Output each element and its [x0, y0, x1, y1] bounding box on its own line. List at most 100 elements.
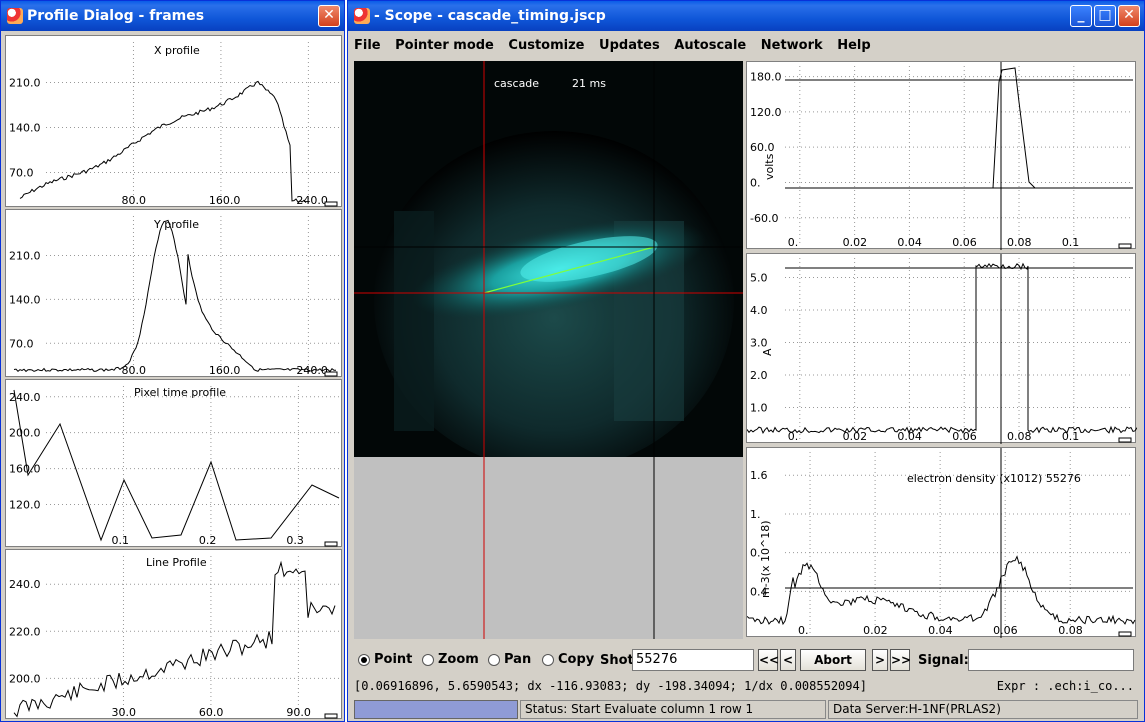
signal-panel-voltage[interactable]: 180.0 120.0 60.0 0. -60.0 0. 0.02 0.04 0.06 0.08 0… [746, 61, 1136, 250]
plot-resize-handle[interactable] [1118, 631, 1132, 637]
mode-pan-radio[interactable]: Pan [488, 652, 531, 667]
pointer-coordinates: [0.06916896, 5.6590543; dx -116.93083; d… [348, 675, 1144, 697]
y-tick-label: 5.0 [750, 272, 768, 285]
mode-zoom-radio[interactable]: Zoom [422, 652, 479, 667]
first-shot-button[interactable]: << [758, 649, 779, 671]
menu-autoscale[interactable]: Autoscale [674, 38, 746, 53]
panel-title: Pixel time profile [134, 386, 226, 399]
x-tick-label: 0.1 [111, 534, 128, 547]
y-tick-label: 120.0 [9, 499, 41, 512]
maximize-button[interactable]: □ [1094, 5, 1116, 27]
scope-titlebar[interactable]: - Scope - cascade_timing.jscp _ □ ✕ [348, 1, 1144, 31]
signal-label: Signal: [918, 653, 969, 668]
x-tick-label: 0.06 [952, 430, 977, 443]
signal-label-text: electron density (x1012) 55276 [907, 472, 1081, 485]
signal-input[interactable] [968, 649, 1134, 671]
plot-resize-handle[interactable] [324, 541, 338, 547]
close-button[interactable]: ✕ [1118, 5, 1140, 27]
plot-resize-handle[interactable] [324, 713, 338, 719]
shot-input[interactable]: 55276 [632, 649, 754, 671]
menu-network[interactable]: Network [761, 38, 823, 53]
panel-title: Line Profile [146, 556, 207, 569]
y-tick-label: 70.0 [9, 337, 34, 350]
x-tick-label: 80.0 [121, 194, 145, 207]
profile-dialog-title: Profile Dialog - frames [27, 8, 205, 24]
close-button[interactable]: ✕ [318, 5, 340, 27]
plot-resize-handle[interactable] [1118, 243, 1132, 249]
x-profile-panel[interactable]: 210.0 140.0 70.0 80.0 160.0 240.0 X profile [5, 35, 342, 207]
x-tick-label: 0.3 [286, 534, 304, 547]
pixel-time-profile-plot: 240.0 200.0 160.0 120.0 0.1 0.2 0.3 Pixel time … [9, 386, 340, 547]
pointer-toolbar: Point Zoom Pan Copy Shot 55276 << < Abor… [348, 646, 1144, 674]
x-profile-plot: 210.0 140.0 70.0 80.0 160.0 240.0 X profile [9, 42, 339, 207]
x-tick-label: 0.08 [1058, 624, 1083, 637]
panel-title: Y profile [153, 218, 199, 231]
y-axis-label: volts [763, 153, 776, 180]
plot-resize-handle[interactable] [324, 371, 338, 377]
x-tick-label: 0.06 [952, 236, 977, 249]
abort-button[interactable]: Abort [800, 649, 866, 671]
menu-pointer-mode[interactable]: Pointer mode [395, 38, 494, 53]
menu-customize[interactable]: Customize [508, 38, 584, 53]
java-app-icon [354, 8, 370, 24]
y-axis-label: m-3(x 10^18) [759, 521, 772, 598]
status-text: Status: Start Evaluate column 1 row 1 [520, 700, 826, 719]
y-tick-label: 120.0 [750, 106, 782, 119]
plot-resize-handle[interactable] [1118, 437, 1132, 443]
y-tick-label: 200.0 [9, 672, 41, 685]
line-profile-trace [13, 560, 336, 718]
y-tick-label: 140.0 [9, 122, 41, 135]
frame-label: cascade [494, 77, 539, 90]
x-tick-label: 0.06 [993, 624, 1018, 637]
y-tick-label: 140.0 [9, 293, 41, 306]
menu-updates[interactable]: Updates [599, 38, 660, 53]
y-tick-label: 240.0 [9, 578, 41, 591]
minimize-button[interactable]: _ [1070, 5, 1092, 27]
x-tick-label: 0.02 [863, 624, 888, 637]
profile-dialog-titlebar[interactable]: Profile Dialog - frames ✕ [1, 1, 344, 31]
panel-title: X profile [154, 44, 200, 57]
x-profile-trace [19, 80, 307, 204]
camera-frame-svg: cascade 21 ms [354, 61, 743, 457]
shot-label: Shot [600, 653, 634, 668]
y-tick-label: 200.0 [9, 427, 41, 440]
current-signal-plot: 5.04.03.02.01.00. 0.02 0.04 0.06 0.08 0.1A [746, 254, 1138, 444]
frame-display[interactable]: cascade 21 ms [354, 61, 743, 639]
next-shot-button[interactable]: > [872, 649, 888, 671]
plot-resize-handle[interactable] [324, 201, 338, 207]
y-tick-label: 160.0 [9, 463, 41, 476]
pixel-time-profile-panel[interactable]: 240.0 200.0 160.0 120.0 0.1 0.2 0.3 Pixel time … [5, 379, 342, 547]
last-shot-button[interactable]: >> [890, 649, 911, 671]
y-axis-label: A [761, 348, 774, 356]
x-tick-label: 240.0 [296, 194, 328, 207]
x-tick-label: 30.0 [111, 706, 135, 719]
y-tick-label: 220.0 [9, 625, 41, 638]
prev-shot-button[interactable]: < [780, 649, 796, 671]
menu-help[interactable]: Help [837, 38, 870, 53]
signal-panel-density[interactable]: 1.6 1. 0. 0.4 0. 0.02 0.04 0.06 0.08 m-3(x 10^18)… [746, 447, 1136, 638]
mode-copy-radio[interactable]: Copy [542, 652, 594, 667]
menu-bar: File Pointer mode Customize Updates Auto… [348, 35, 1144, 57]
y-profile-panel[interactable]: 210.0 140.0 70.0 80.0 160.0 240.0 Y profile [5, 209, 342, 377]
mode-point-radio[interactable]: Point [358, 652, 412, 667]
x-tick-label: 0.08 [1007, 430, 1032, 443]
x-tick-label: 0.1 [1062, 236, 1080, 249]
y-tick-label: 4.0 [750, 304, 768, 317]
y-tick-label: 240.0 [9, 391, 41, 404]
signal-panel-current[interactable]: 5.0 4.0 3.0 2.0 1.0 0. 0.02 0.04 0.06 0.08 0.1 A [746, 253, 1138, 444]
y-tick-label: 180.0 [750, 71, 782, 84]
frame-time: 21 ms [572, 77, 606, 90]
x-tick-label: 0.04 [897, 236, 922, 249]
line-profile-plot: 240.0 220.0 200.0 30.0 60.0 90.0 Line Profile [9, 556, 339, 719]
menu-file[interactable]: File [354, 38, 381, 53]
line-profile-panel[interactable]: 240.0 220.0 200.0 30.0 60.0 90.0 Line Profile [5, 549, 342, 719]
progress-bar [354, 700, 518, 719]
data-server-text: Data Server:H-1NF(PRLAS2) [828, 700, 1138, 719]
x-tick-label: 60.0 [199, 706, 224, 719]
x-tick-label: 0.02 [843, 430, 868, 443]
y-tick-label: 60.0 [750, 141, 775, 154]
x-tick-label: 0.2 [199, 534, 217, 547]
x-tick-label: 0. [788, 236, 799, 249]
x-tick-label: 0.04 [928, 624, 953, 637]
y-tick-label: 1.0 [750, 402, 768, 415]
